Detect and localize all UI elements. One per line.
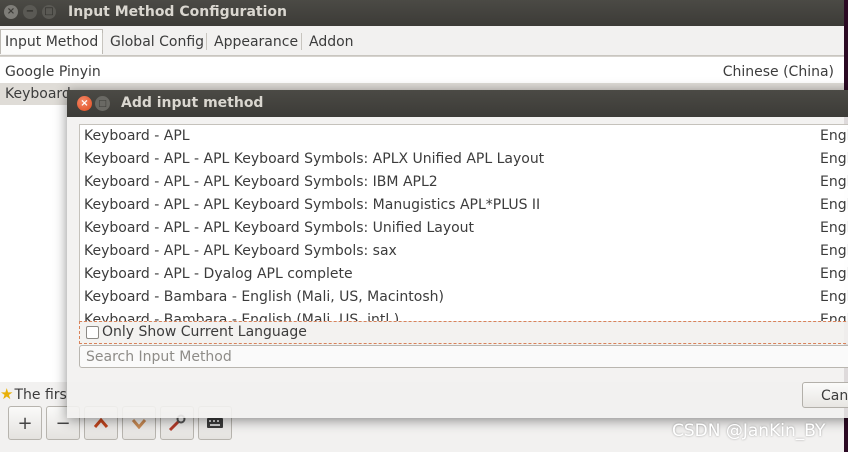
close-icon[interactable]: × xyxy=(4,5,18,19)
maximize-icon[interactable]: □ xyxy=(95,96,110,111)
list-item[interactable]: Keyboard - APL - Dyalog APL complete Eng… xyxy=(80,263,848,286)
list-item[interactable]: Keyboard - Bambara - English (Mali, US, … xyxy=(80,286,848,309)
list-item[interactable]: Keyboard - APL Engl xyxy=(80,125,848,148)
input-method-name: Google Pinyin xyxy=(5,64,101,80)
search-input-method-field[interactable] xyxy=(79,345,848,368)
input-method-name: Keyboard xyxy=(5,86,71,102)
method-language: Engl xyxy=(820,151,848,167)
method-name: Keyboard - APL - Dyalog APL complete xyxy=(84,266,353,282)
method-language: Engl xyxy=(820,220,848,236)
minimize-icon[interactable]: − xyxy=(23,5,37,19)
list-item[interactable]: Keyboard - APL - APL Keyboard Symbols: M… xyxy=(80,194,848,217)
tab-input-method[interactable]: Input Method xyxy=(0,29,104,54)
tab-appearance[interactable]: Appearance xyxy=(209,29,303,55)
tab-addon[interactable]: Addon xyxy=(304,29,359,55)
tab-bar: Input Method Global Config Appearance Ad… xyxy=(0,26,844,56)
method-language: Engl xyxy=(820,197,848,213)
list-item[interactable]: Keyboard - APL - APL Keyboard Symbols: U… xyxy=(80,217,848,240)
maximize-icon[interactable]: □ xyxy=(42,5,56,19)
window-title: Input Method Configuration xyxy=(68,4,287,20)
tab-divider xyxy=(206,33,207,50)
method-language: Engl xyxy=(820,174,848,190)
method-name: Keyboard - APL - APL Keyboard Symbols: M… xyxy=(84,197,541,213)
close-icon[interactable]: × xyxy=(77,96,92,111)
watermark: CSDN @JanKin_BY xyxy=(672,421,826,441)
list-item[interactable]: Keyboard - APL - APL Keyboard Symbols: I… xyxy=(80,171,848,194)
list-item[interactable]: Keyboard - APL - APL Keyboard Symbols: A… xyxy=(80,148,848,171)
keyboard-icon xyxy=(207,418,223,428)
input-method-language: Chinese (China) xyxy=(722,64,834,80)
hint-text: ★The firs xyxy=(0,384,67,404)
method-name: Keyboard - APL - APL Keyboard Symbols: I… xyxy=(84,174,438,190)
main-titlebar[interactable]: × − □ Input Method Configuration xyxy=(0,0,844,26)
add-input-method-dialog: × □ Add input method Keyboard - APL Engl… xyxy=(67,90,848,418)
arrow-down-icon xyxy=(131,419,147,429)
plus-icon: + xyxy=(17,412,33,434)
only-show-current-language-label: Only Show Current Language xyxy=(102,324,307,340)
tab-divider xyxy=(301,33,302,50)
arrow-up-icon xyxy=(93,417,109,428)
list-item[interactable]: Google Pinyin Chinese (China) xyxy=(0,61,844,83)
dialog-titlebar[interactable]: × □ Add input method xyxy=(67,90,848,117)
add-input-method-button[interactable]: + xyxy=(8,406,42,440)
method-language: Engl xyxy=(820,128,848,144)
checkbox-icon[interactable] xyxy=(86,326,99,339)
only-show-current-language-checkbox[interactable]: Only Show Current Language xyxy=(79,321,848,344)
method-name: Keyboard - APL xyxy=(84,128,190,144)
hint-label: The firs xyxy=(14,387,67,403)
star-icon: ★ xyxy=(0,385,14,403)
dialog-title: Add input method xyxy=(121,95,264,111)
method-name: Keyboard - APL - APL Keyboard Symbols: U… xyxy=(84,220,475,236)
available-methods-list: Keyboard - APL Engl Keyboard - APL - APL… xyxy=(79,124,848,322)
method-name: Keyboard - APL - APL Keyboard Symbols: s… xyxy=(84,243,397,259)
method-name: Keyboard - Bambara - English (Mali, US, … xyxy=(84,289,444,305)
method-language: Engl xyxy=(820,266,848,282)
method-name: Keyboard - APL - APL Keyboard Symbols: A… xyxy=(84,151,545,167)
tab-divider xyxy=(102,33,103,50)
list-item[interactable]: Keyboard - APL - APL Keyboard Symbols: s… xyxy=(80,240,848,263)
method-language: Engl xyxy=(820,243,848,259)
tab-global-config[interactable]: Global Config xyxy=(105,29,209,55)
cancel-button[interactable]: Cancel xyxy=(802,382,848,408)
method-language: Engl xyxy=(820,289,848,305)
